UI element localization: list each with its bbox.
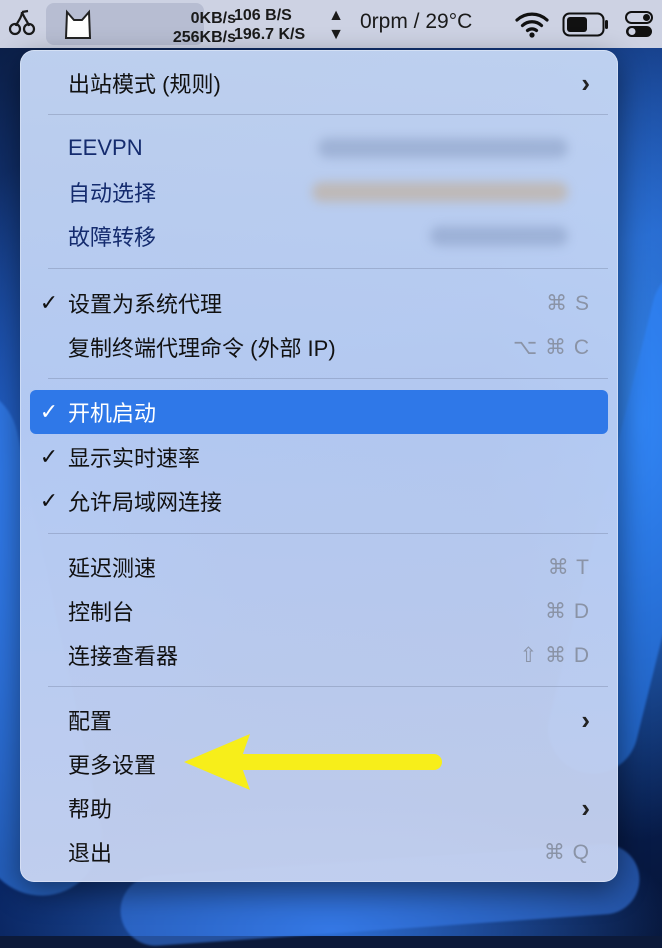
- menu-separator: [48, 268, 608, 269]
- menu-item-copy-terminal-cmd[interactable]: 复制终端代理命令 (外部 IP) ⌥ ⌘ C: [30, 328, 608, 366]
- shortcut-label: ⌘ D: [545, 599, 590, 623]
- checkmark-icon: ✓: [39, 444, 59, 469]
- menu-separator: [48, 533, 608, 534]
- menu-item-launch-at-login[interactable]: ✓ 开机启动: [30, 390, 608, 434]
- checkmark-icon: ✓: [39, 488, 59, 513]
- dashboard-label: 控制台: [68, 600, 135, 625]
- blurred-node-name: [318, 138, 568, 158]
- yellow-arrow-annotation-icon: [182, 730, 444, 799]
- quit-label: 退出: [68, 841, 113, 866]
- wifi-icon[interactable]: [514, 9, 550, 44]
- menu-separator: [48, 378, 608, 379]
- shortcut-label: ⌥ ⌘ C: [512, 335, 590, 359]
- menu-bar: 0KB/s 256KB/s 106 B/S ▲ 196.7 K/S ▼ 0rpm /…: [0, 0, 662, 48]
- menu-item-proxy-failover[interactable]: 故障转移: [30, 217, 608, 255]
- shortcut-label: ⌘ Q: [543, 840, 590, 864]
- menu-item-quit[interactable]: 退出 ⌘ Q: [30, 833, 608, 871]
- net-speed-readout: 0KB/s 256KB/s: [172, 10, 236, 46]
- cherry-icon[interactable]: [8, 8, 36, 43]
- down-triangle-icon: ▼: [328, 26, 344, 43]
- cat-app-icon: [60, 6, 96, 47]
- checkmark-icon: ✓: [39, 290, 59, 315]
- blurred-node-name: [312, 182, 568, 202]
- menu-separator: [48, 686, 608, 687]
- menu-item-proxy-auto[interactable]: 自动选择: [30, 173, 608, 211]
- fan-temp-readout[interactable]: 0rpm / 29°C: [360, 10, 472, 34]
- up-triangle-icon: ▲: [328, 7, 344, 24]
- menu-item-connection-viewer[interactable]: 连接查看器 ⇧ ⌘ D: [30, 636, 608, 674]
- shortcut-label: ⌘ S: [546, 291, 590, 315]
- checkmark-icon: ✓: [39, 399, 59, 424]
- chevron-right-icon: ›: [581, 704, 590, 735]
- control-center-icon[interactable]: [624, 10, 656, 45]
- allow-lan-label: 允许局域网连接: [68, 490, 223, 515]
- menu-item-system-proxy[interactable]: ✓ 设置为系统代理 ⌘ S: [30, 284, 608, 322]
- outbound-mode-label: 出站模式 (规则): [68, 72, 221, 97]
- show-speed-label: 显示实时速率: [68, 446, 201, 471]
- clash-menu-extra[interactable]: 0KB/s 256KB/s: [46, 3, 236, 47]
- blurred-node-name: [430, 226, 568, 246]
- latency-test-label: 延迟测速: [68, 556, 157, 581]
- battery-icon[interactable]: [562, 12, 610, 43]
- menu-item-show-speed[interactable]: ✓ 显示实时速率: [30, 438, 608, 476]
- menu-separator: [48, 114, 608, 115]
- menu-item-proxy-eevpn[interactable]: EEVPN: [30, 129, 608, 167]
- chevron-right-icon: ›: [581, 67, 590, 98]
- menu-item-outbound-mode[interactable]: 出站模式 (规则) ›: [30, 64, 608, 102]
- menu-item-latency-test[interactable]: 延迟测速 ⌘ T: [30, 548, 608, 586]
- system-proxy-label: 设置为系统代理: [68, 292, 223, 317]
- chevron-right-icon: ›: [581, 792, 590, 823]
- menu-item-allow-lan[interactable]: ✓ 允许局域网连接: [30, 482, 608, 520]
- system-net-rate[interactable]: 106 B/S ▲ 196.7 K/S ▼: [234, 6, 344, 44]
- shortcut-label: ⇧ ⌘ D: [519, 643, 590, 667]
- launch-at-login-label: 开机启动: [68, 401, 157, 426]
- menu-item-dashboard[interactable]: 控制台 ⌘ D: [30, 592, 608, 630]
- shortcut-label: ⌘ T: [547, 555, 590, 579]
